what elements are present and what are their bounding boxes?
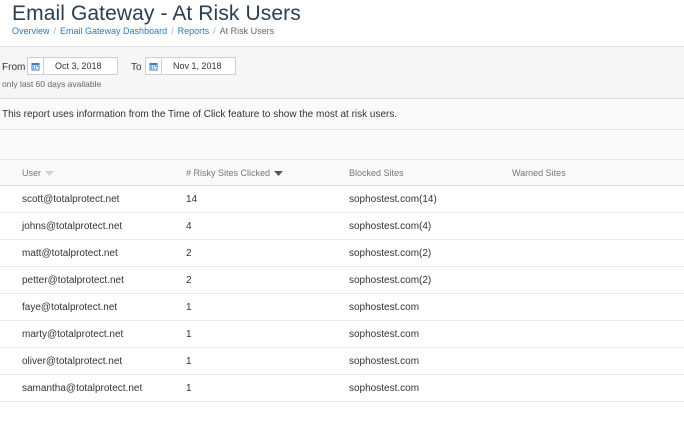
cell-user: scott@totalprotect.net <box>22 194 120 205</box>
cell-risky-sites-clicked: 1 <box>186 356 192 367</box>
breadcrumb-separator: / <box>171 26 174 36</box>
cell-user: petter@totalprotect.net <box>22 275 124 286</box>
from-label: From <box>2 62 26 73</box>
page-header: Email Gateway - At Risk Users Overview / E… <box>0 0 684 46</box>
column-header-label: User <box>22 168 42 178</box>
description-text: This report uses information from the Ti… <box>2 109 398 120</box>
from-date-value: Oct 3, 2018 <box>55 61 102 71</box>
cell-blocked-sites: sophostest.com(4) <box>349 221 432 232</box>
cell-blocked-sites: sophostest.com <box>349 356 420 367</box>
cell-risky-sites-clicked: 1 <box>186 329 192 340</box>
page-title: Email Gateway - At Risk Users <box>12 2 301 25</box>
column-header-blocked-sites[interactable]: Blocked Sites <box>349 168 404 178</box>
column-header-risky-sites-clicked[interactable]: # Risky Sites Clicked <box>186 168 284 178</box>
breadcrumb-overview[interactable]: Overview <box>12 26 50 36</box>
date-filter-bar: From Oct 3, 2018 To Nov 1, 2018 only las… <box>0 46 684 99</box>
column-header-user[interactable]: User <box>22 168 55 178</box>
table-row: petter@totalprotect.net 2 sophostest.com(2… <box>0 267 684 294</box>
to-date-field[interactable]: Nov 1, 2018 <box>145 57 236 75</box>
breadcrumb-email-gateway-dashboard[interactable]: Email Gateway Dashboard <box>60 26 167 36</box>
to-label: To <box>131 62 142 73</box>
table-toolbar <box>0 130 684 160</box>
cell-risky-sites-clicked: 4 <box>186 221 192 232</box>
from-date-field[interactable]: Oct 3, 2018 <box>27 57 118 75</box>
table-row: matt@totalprotect.net 2 sophostest.com(2) <box>0 240 684 267</box>
table-row: marty@totalprotect.net 1 sophostest.com <box>0 321 684 348</box>
cell-blocked-sites: sophostest.com <box>349 383 420 394</box>
cell-user: samantha@totalprotect.net <box>22 383 143 394</box>
cell-blocked-sites: sophostest.com <box>349 329 420 340</box>
table-row: scott@totalprotect.net 14 sophostest.com(1… <box>0 186 684 213</box>
cell-blocked-sites: sophostest.com <box>349 302 420 313</box>
cell-blocked-sites: sophostest.com(2) <box>349 248 432 259</box>
cell-blocked-sites: sophostest.com(14) <box>349 194 437 205</box>
calendar-icon[interactable] <box>146 58 162 74</box>
sort-down-active-icon <box>274 170 284 176</box>
report-description: This report uses information from the Ti… <box>0 100 684 130</box>
cell-risky-sites-clicked: 1 <box>186 383 192 394</box>
cell-user: johns@totalprotect.net <box>22 221 123 232</box>
table-row: faye@totalprotect.net 1 sophostest.com <box>0 294 684 321</box>
table-row: johns@totalprotect.net 4 sophostest.com(4) <box>0 213 684 240</box>
breadcrumb-separator: / <box>53 26 57 36</box>
breadcrumb-reports[interactable]: Reports <box>178 26 210 36</box>
cell-user: oliver@totalprotect.net <box>22 356 123 367</box>
date-range-note: only last 60 days available <box>2 79 102 89</box>
table-row: oliver@totalprotect.net 1 sophostest.com <box>0 348 684 375</box>
table-header: User # Risky Sites Clicked Blocked Sites… <box>0 160 684 186</box>
breadcrumb-separator: / <box>213 26 216 36</box>
cell-user: marty@totalprotect.net <box>22 329 124 340</box>
table-body: scott@totalprotect.net 14 sophostest.com(1… <box>0 186 684 402</box>
cell-risky-sites-clicked: 14 <box>186 194 198 205</box>
table-row: samantha@totalprotect.net 1 sophostest.com <box>0 375 684 402</box>
sort-down-icon <box>45 170 55 176</box>
cell-risky-sites-clicked: 1 <box>186 302 192 313</box>
cell-user: faye@totalprotect.net <box>22 302 118 313</box>
breadcrumb: Overview / Email Gateway Dashboard / Reports… <box>12 26 274 36</box>
cell-user: matt@totalprotect.net <box>22 248 118 259</box>
column-header-warned-sites[interactable]: Warned Sites <box>512 168 566 178</box>
cell-blocked-sites: sophostest.com(2) <box>349 275 432 286</box>
column-header-label: # Risky Sites Clicked <box>186 168 271 178</box>
cell-risky-sites-clicked: 2 <box>186 275 192 286</box>
cell-risky-sites-clicked: 2 <box>186 248 192 259</box>
breadcrumb-current: At Risk Users <box>219 26 275 36</box>
calendar-icon[interactable] <box>28 58 44 74</box>
to-date-value: Nov 1, 2018 <box>173 61 222 71</box>
